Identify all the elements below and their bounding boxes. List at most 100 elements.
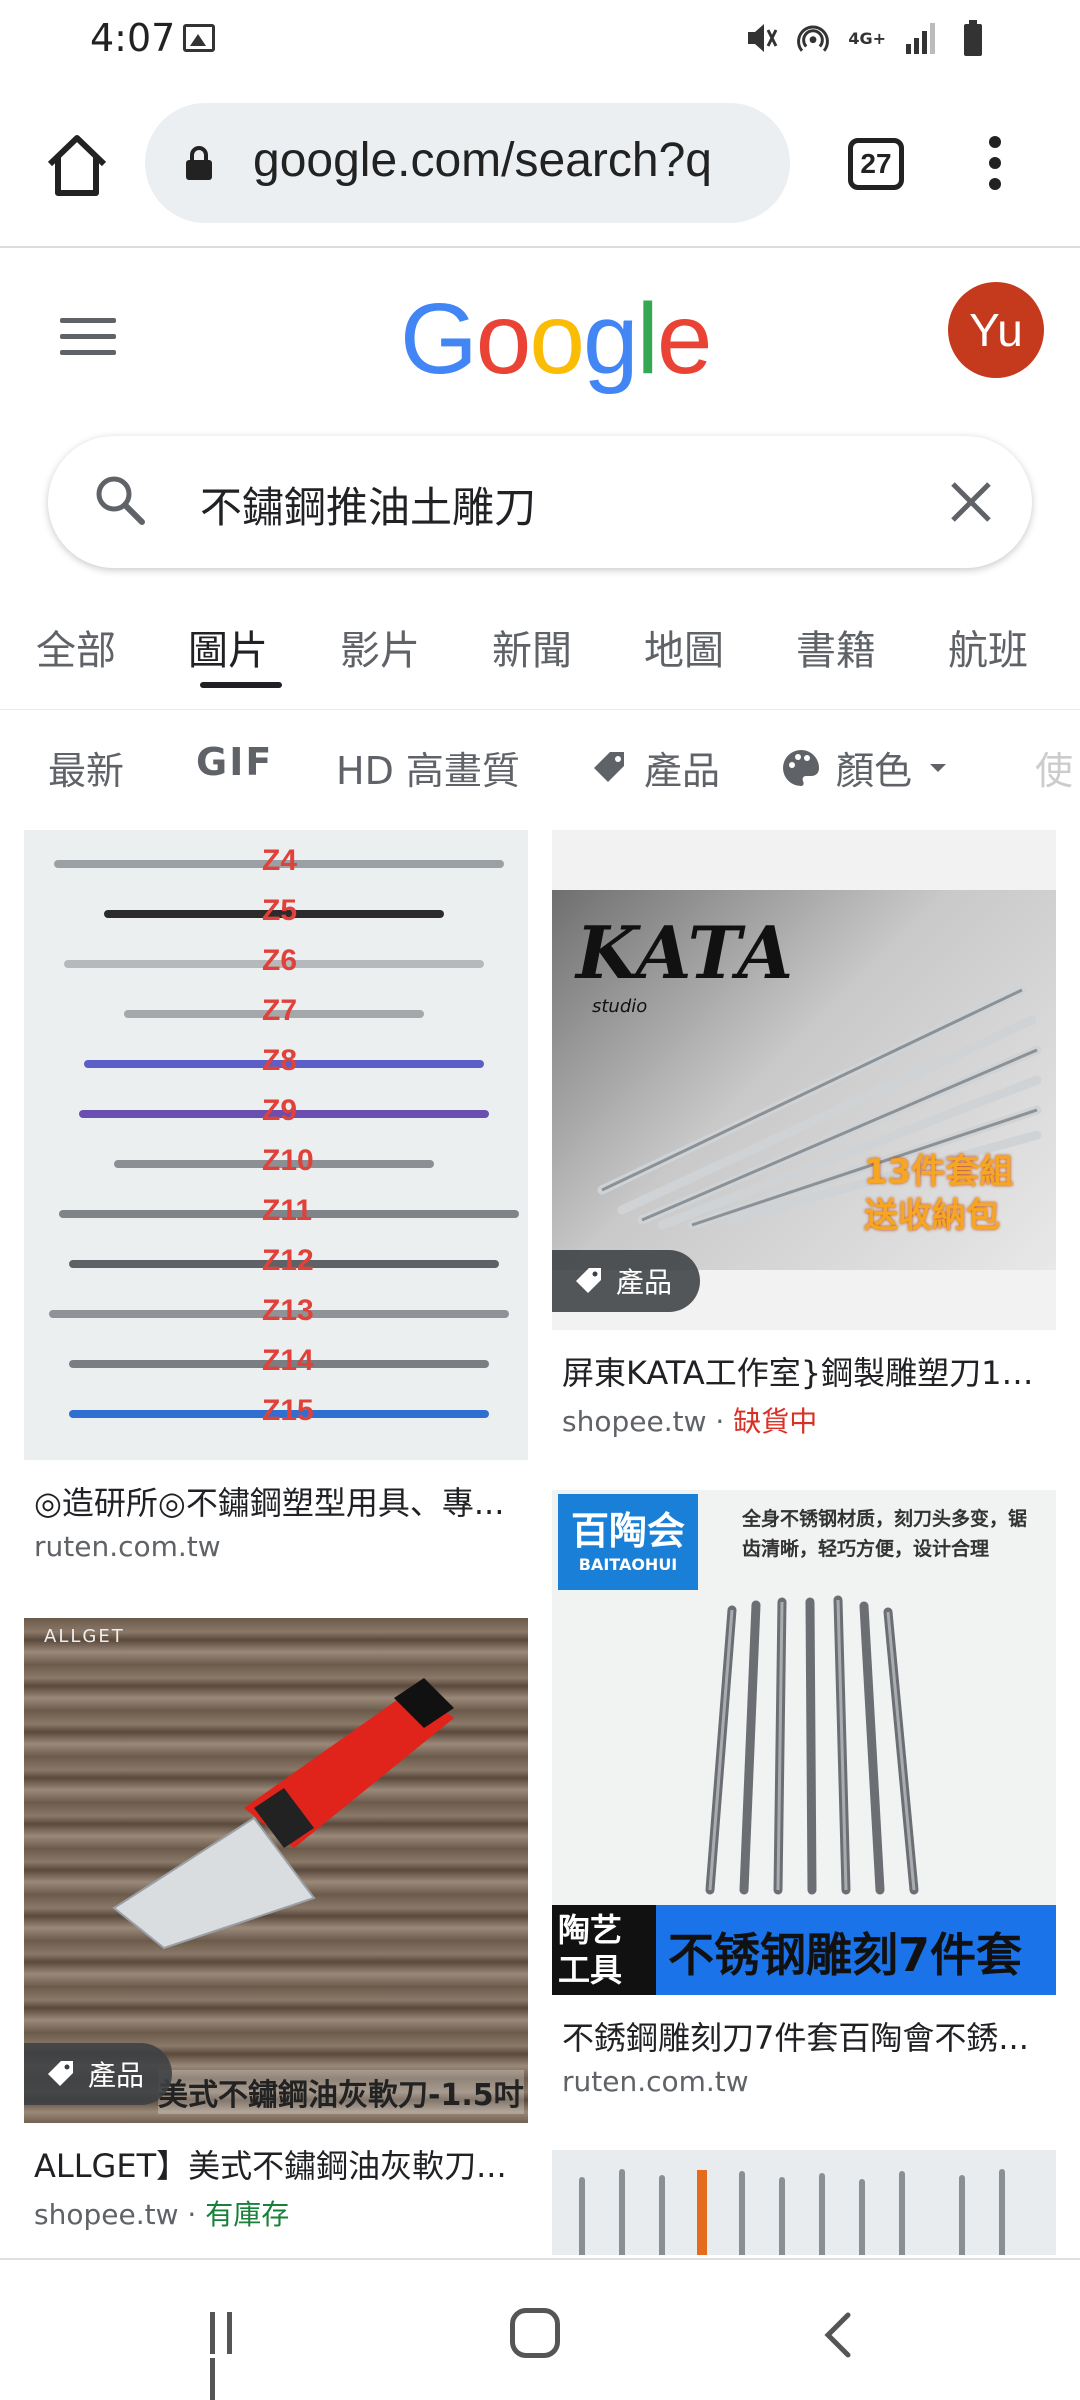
result-thumbnail[interactable]: KATA studio 13件套組 送收納包 產品 — [552, 830, 1056, 1330]
baitaohui-logo: 百陶会 BAITAOHUI — [558, 1494, 698, 1590]
tab-news[interactable]: 新聞 — [456, 600, 608, 709]
baitaohui-desc: 全身不锈钢材质，刻刀头多变，锯 齿清晰，轻巧方便，设计合理 — [742, 1504, 1027, 1564]
result-title[interactable]: ◎造研所◎不鏽鋼塑型用具、專... — [24, 1478, 528, 1524]
search-type-tabs: 全部 圖片 影片 新聞 地圖 書籍 航班 — [0, 600, 1080, 710]
result-title[interactable]: 屏東KATA工作室}鋼製雕塑刀13... — [552, 1348, 1056, 1394]
tab-maps[interactable]: 地圖 — [608, 600, 760, 709]
filter-hd[interactable]: HD 高畫質 — [336, 740, 520, 795]
filter-gif[interactable]: GIF — [196, 740, 273, 784]
filter-color[interactable]: 顏色 — [780, 740, 950, 795]
tab-videos[interactable]: 影片 — [304, 600, 456, 709]
tool-label: Z13 — [262, 1294, 314, 1327]
tab-images[interactable]: 圖片 — [152, 600, 304, 709]
filter-more[interactable]: 使 — [1035, 740, 1073, 795]
tool-label: Z4 — [262, 844, 298, 877]
mute-vibrate-icon — [748, 24, 778, 52]
desc-line: 全身不锈钢材质，刻刀头多变，锯 — [742, 1508, 1028, 1530]
palette-icon — [783, 749, 819, 786]
result-source: shopee.tw · 有庫存 — [24, 2193, 528, 2233]
desc-line: 齿清晰，轻巧方便，设计合理 — [742, 1538, 990, 1560]
clear-icon[interactable] — [943, 474, 999, 530]
product-badge-label: 產品 — [616, 1266, 673, 1299]
tool-set-image — [579, 2169, 1005, 2255]
logo-letter: o — [529, 283, 585, 395]
gallery-notification-icon — [183, 24, 215, 52]
google-logo[interactable]: Google — [400, 282, 713, 397]
tag-icon — [48, 2061, 73, 2086]
dropdown-arrow-icon — [930, 763, 947, 772]
result-thumbnail[interactable] — [552, 2150, 1056, 2255]
result-card[interactable]: ALLGET 美式不鏽鋼油灰軟刀-1.5吋 產品 ALLGET】美式不鏽鋼油灰軟… — [24, 1618, 528, 2233]
status-icons: 4G+ — [744, 18, 990, 58]
result-card[interactable]: KATA studio 13件套組 送收納包 產品 屏東KATA工作室}鋼製雕塑… — [552, 830, 1056, 1440]
tab-switcher-button[interactable]: 27 — [848, 138, 904, 190]
result-source: ruten.com.tw — [34, 1530, 221, 1563]
tool-label: Z12 — [262, 1244, 314, 1277]
google-header: Google Yu — [0, 250, 1080, 430]
image-results-grid: Z4 Z5 Z6 Z7 Z8 Z9 Z10 Z11 Z12 Z13 Z14 Z15 ◎造研所◎不鏽鋼塑… — [0, 830, 1080, 2255]
tag-icon — [576, 1268, 601, 1293]
tab-books[interactable]: 書籍 — [760, 600, 912, 709]
logo-letter: o — [475, 283, 532, 395]
carving-tools-image — [705, 1595, 919, 1895]
browser-toolbar: google.com/search?q 27 — [0, 88, 1080, 248]
filter-products[interactable]: 產品 — [590, 740, 720, 795]
stock-status: 缺貨中 — [733, 1405, 818, 1438]
account-avatar[interactable]: Yu — [948, 282, 1044, 378]
allget-brand: ALLGET — [44, 1626, 125, 1647]
logo-letter: e — [656, 283, 713, 395]
result-thumbnail[interactable]: Z4 Z5 Z6 Z7 Z8 Z9 Z10 Z11 Z12 Z13 Z14 Z15 — [24, 830, 528, 1460]
result-card[interactable]: 百陶会 BAITAOHUI 全身不锈钢材质，刻刀头多变，锯 齿清晰，轻巧方便，设… — [552, 1490, 1056, 2098]
recent-apps-icon[interactable] — [210, 2312, 256, 2400]
baitaohui-brand-en: BAITAOHUI — [578, 1555, 678, 1574]
url-text: google.com/search?q — [253, 134, 712, 187]
banner-corner-text: 陶艺工具 — [552, 1905, 656, 1995]
result-title[interactable]: 不銹鋼雕刻刀7件套百陶會不銹... — [552, 2013, 1056, 2059]
back-icon[interactable] — [818, 2310, 858, 2360]
product-badge: 產品 — [24, 2043, 173, 2105]
status-time: 4:07 — [90, 16, 176, 60]
tool-label: Z6 — [262, 944, 298, 977]
stock-status: 有庫存 — [205, 2198, 290, 2231]
filter-products-label: 產品 — [644, 749, 721, 793]
logo-letter: l — [636, 283, 659, 395]
tag-icon — [594, 751, 624, 782]
filter-latest[interactable]: 最新 — [48, 740, 124, 795]
lock-icon — [186, 146, 212, 180]
search-box[interactable]: 不鏽鋼推油土雕刀 — [48, 436, 1032, 568]
tool-label: Z11 — [262, 1194, 313, 1227]
banner-text: 不锈钢雕刻7件套 — [668, 1928, 1023, 1982]
tool-label: Z7 — [262, 994, 298, 1027]
result-thumbnail[interactable]: 百陶会 BAITAOHUI 全身不锈钢材质，刻刀头多变，锯 齿清晰，轻巧方便，设… — [552, 1490, 1056, 1995]
filter-color-label: 顏色 — [836, 749, 913, 793]
result-thumbnail[interactable]: ALLGET 美式不鏽鋼油灰軟刀-1.5吋 產品 — [24, 1618, 528, 2123]
address-bar[interactable]: google.com/search?q — [145, 103, 790, 223]
allget-caption: 美式不鏽鋼油灰軟刀-1.5吋 — [158, 2070, 524, 2114]
result-card[interactable]: Z4 Z5 Z6 Z7 Z8 Z9 Z10 Z11 Z12 Z13 Z14 Z15 ◎造研所◎不鏽鋼塑… — [24, 830, 528, 1563]
tool-label: Z10 — [262, 1144, 314, 1177]
source-separator: · — [706, 1405, 734, 1438]
tool-label: Z15 — [262, 1394, 314, 1427]
status-bar: 4:07 4G+ — [0, 0, 1080, 80]
tool-label: Z8 — [262, 1044, 298, 1077]
result-card[interactable] — [552, 2150, 1056, 2255]
product-badge: 產品 — [552, 1250, 701, 1312]
image-filters: 最新 GIF HD 高畫質 產品 顏色 使 — [0, 720, 1080, 820]
result-title[interactable]: ALLGET】美式不鏽鋼油灰軟刀... — [24, 2141, 528, 2187]
search-icon[interactable] — [90, 470, 150, 530]
putty-knife-image — [112, 1678, 454, 1950]
source-domain: shopee.tw — [562, 1405, 707, 1438]
signal-icon — [906, 23, 935, 54]
hamburger-menu-icon[interactable] — [60, 318, 116, 358]
kata-brand: KATA — [576, 910, 794, 995]
home-nav-icon[interactable] — [510, 2308, 560, 2358]
tool-label: Z9 — [262, 1094, 298, 1127]
browser-menu-icon[interactable] — [980, 136, 1010, 196]
tab-flights[interactable]: 航班 — [912, 600, 1064, 709]
tool-label: Z14 — [262, 1344, 314, 1377]
logo-letter: G — [400, 283, 478, 395]
tab-all[interactable]: 全部 — [0, 600, 152, 709]
home-icon[interactable] — [42, 130, 112, 200]
search-input[interactable]: 不鏽鋼推油土雕刀 — [200, 474, 536, 535]
network-type: 4G+ — [848, 28, 886, 48]
